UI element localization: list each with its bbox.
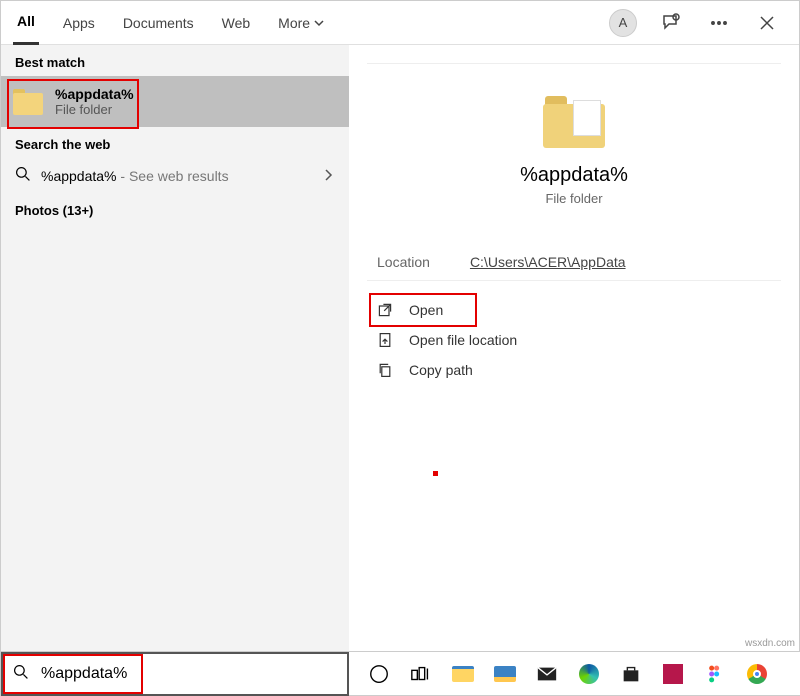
photos-header[interactable]: Photos (13+) [1,193,349,224]
action-copy-path-label: Copy path [409,362,473,378]
account-button[interactable]: A [603,3,643,43]
marker-dot [433,471,438,476]
store-icon[interactable] [619,662,643,686]
chevron-down-icon [314,18,324,28]
search-web-header: Search the web [1,127,349,158]
file-explorer-icon[interactable] [451,662,475,686]
web-result-subtitle: - See web results [117,168,229,184]
search-icon [15,166,31,185]
folder-icon [13,89,43,115]
tab-all[interactable]: All [13,1,39,45]
action-open-label: Open [409,302,443,318]
more-options-button[interactable] [699,3,739,43]
search-input[interactable] [39,664,337,684]
tab-more-label: More [278,15,310,31]
feedback-button[interactable] [651,3,691,43]
topbar: All Apps Documents Web More A [1,1,799,45]
detail-subtitle: File folder [545,191,602,206]
details-panel: %appdata% File folder Location C:\Users\… [349,45,799,653]
chevron-right-icon [323,168,335,184]
edge-icon[interactable] [577,662,601,686]
location-label: Location [377,254,430,270]
file-location-icon [377,332,393,348]
search-icon [13,664,29,683]
web-result[interactable]: %appdata% - See web results [1,158,349,193]
figma-icon[interactable] [703,662,727,686]
best-match-subtitle: File folder [55,102,134,117]
detail-title: %appdata% [520,164,628,187]
action-copy-path[interactable]: Copy path [369,355,779,385]
location-path[interactable]: C:\Users\ACER\AppData [470,254,626,270]
search-window: All Apps Documents Web More A Best match [0,0,800,696]
taskbar-icons [349,662,769,686]
app-icon-blue[interactable] [493,662,517,686]
tab-apps[interactable]: Apps [59,1,99,45]
task-view-icon[interactable] [409,662,433,686]
web-result-title: %appdata% [41,168,117,184]
tab-web[interactable]: Web [218,1,255,45]
filter-tabs: All Apps Documents Web More [13,1,328,45]
chrome-icon[interactable] [745,662,769,686]
mail-icon[interactable] [535,662,559,686]
taskbar-search[interactable] [1,652,349,696]
location-row: Location C:\Users\ACER\AppData [367,232,781,281]
cortana-icon[interactable] [367,662,391,686]
actions-list: Open Open file location Copy path [367,281,781,399]
app-icon-pink[interactable] [661,662,685,686]
action-open-location-label: Open file location [409,332,517,348]
best-match-result[interactable]: %appdata% File folder [1,76,349,127]
action-open[interactable]: Open [369,295,779,325]
best-match-title: %appdata% [55,86,134,102]
results-panel: Best match %appdata% File folder Search … [1,45,349,653]
avatar: A [609,9,637,37]
taskbar [1,651,800,695]
close-button[interactable] [747,3,787,43]
open-icon [377,302,393,318]
copy-icon [377,362,393,378]
watermark: wsxdn.com [745,638,795,649]
tab-documents[interactable]: Documents [119,1,198,45]
tab-more[interactable]: More [274,1,328,45]
action-open-location[interactable]: Open file location [369,325,779,355]
close-icon [759,15,775,31]
content-body: Best match %appdata% File folder Search … [1,45,799,653]
folder-icon-large [543,96,605,148]
best-match-header: Best match [1,45,349,76]
